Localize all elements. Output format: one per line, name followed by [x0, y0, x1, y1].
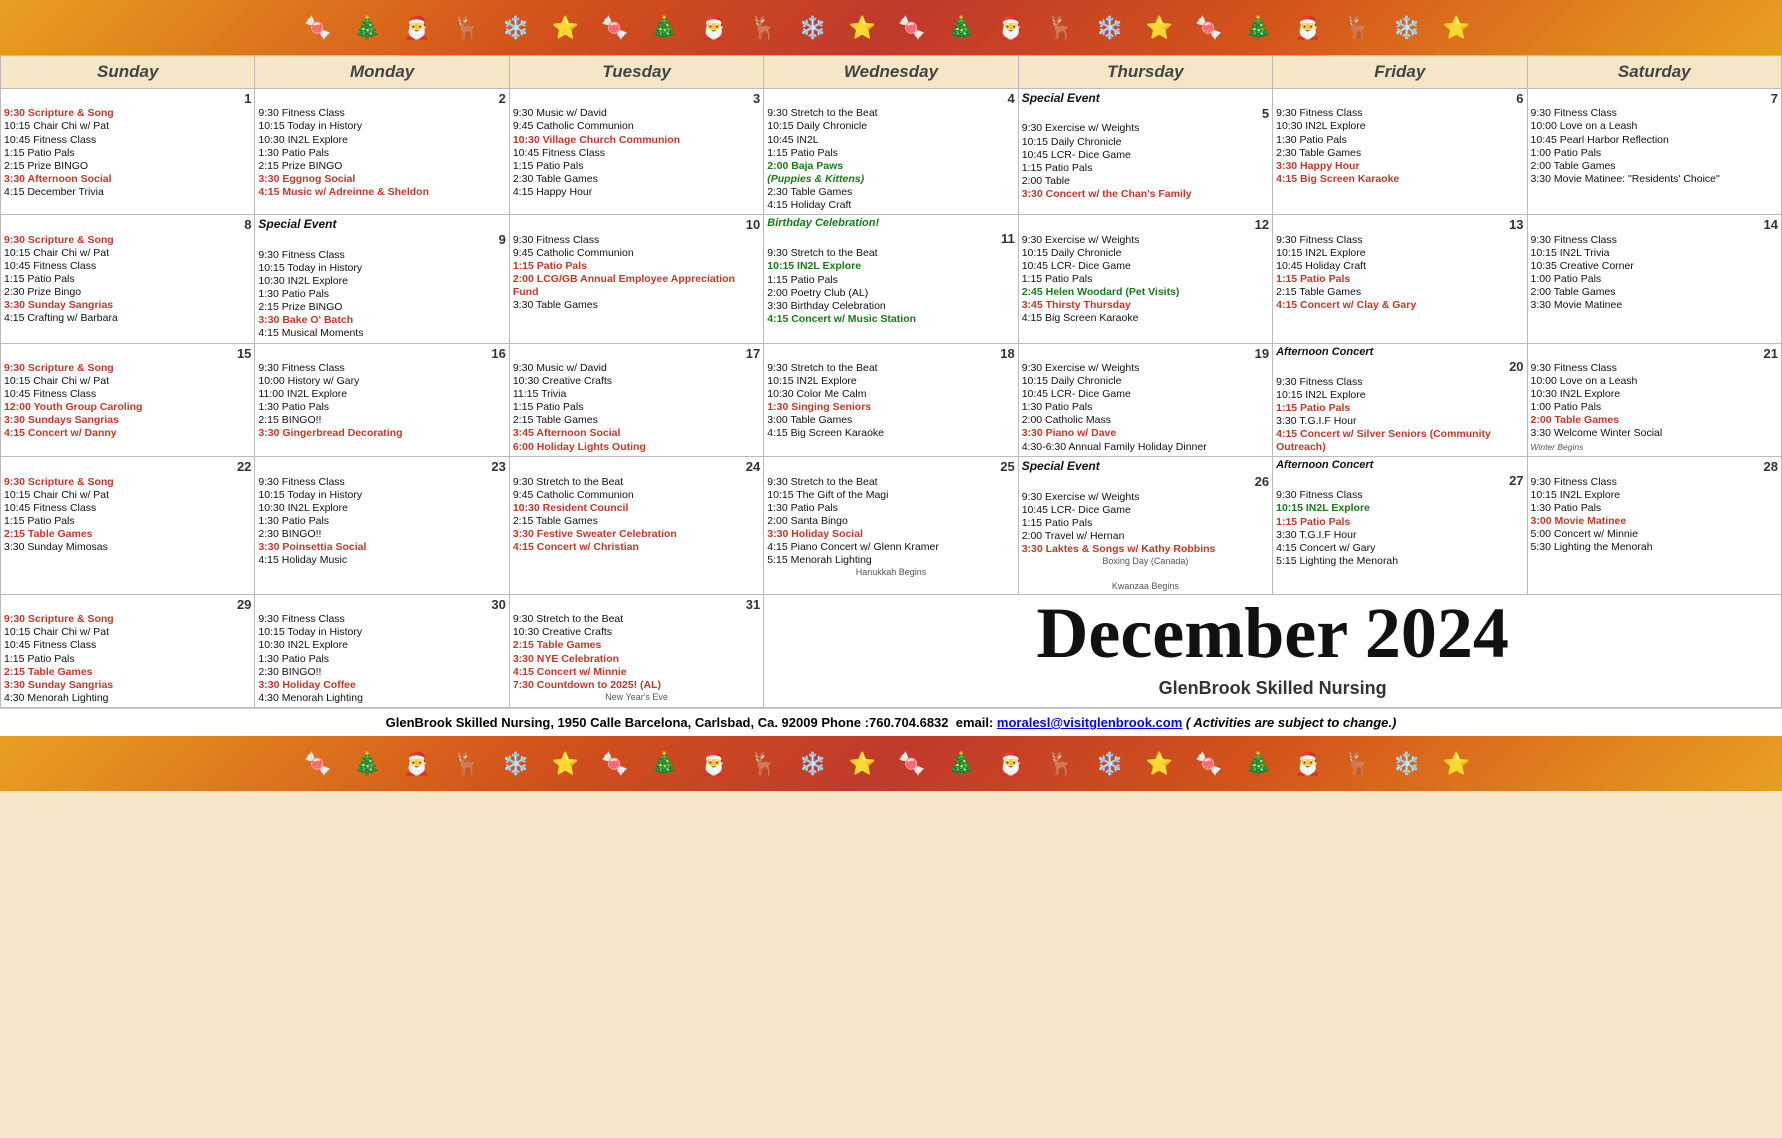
day-20: Afternoon Concert 20 9:30 Fitness Class …	[1273, 343, 1527, 457]
day-29: 29 9:30 Scripture & Song 10:15 Chair Chi…	[1, 594, 255, 707]
day-12: 12 9:30 Exercise w/ Weights 10:15 Daily …	[1018, 215, 1272, 343]
week-row-4: 22 9:30 Scripture & Song 10:15 Chair Chi…	[1, 457, 1782, 595]
day-3: 3 9:30 Music w/ David 9:45 Catholic Comm…	[509, 89, 763, 215]
day-21: 21 9:30 Fitness Class 10:00 Love on a Le…	[1527, 343, 1781, 457]
day-7: 7 9:30 Fitness Class 10:00 Love on a Lea…	[1527, 89, 1781, 215]
col-tuesday: Tuesday	[509, 56, 763, 89]
day-13: 13 9:30 Fitness Class 10:15 IN2L Explore…	[1273, 215, 1527, 343]
week-row-2: 8 9:30 Scripture & Song 10:15 Chair Chi …	[1, 215, 1782, 343]
day-5: Special Event 5 9:30 Exercise w/ Weights…	[1018, 89, 1272, 215]
col-monday: Monday	[255, 56, 509, 89]
month-title: December 2024	[767, 597, 1778, 669]
day-10: 10 9:30 Fitness Class 9:45 Catholic Comm…	[509, 215, 763, 343]
col-wednesday: Wednesday	[764, 56, 1018, 89]
day-1: 1 9:30 Scripture & Song 10:15 Chair Chi …	[1, 89, 255, 215]
day-15: 15 9:30 Scripture & Song 10:15 Chair Chi…	[1, 343, 255, 457]
footer-text: GlenBrook Skilled Nursing, 1950 Calle Ba…	[386, 715, 1397, 730]
day-4: 4 9:30 Stretch to the Beat 10:15 Daily C…	[764, 89, 1018, 215]
week-row-3: 15 9:30 Scripture & Song 10:15 Chair Chi…	[1, 343, 1782, 457]
day-24: 24 9:30 Stretch to the Beat 9:45 Catholi…	[509, 457, 763, 595]
week-row-5: 29 9:30 Scripture & Song 10:15 Chair Chi…	[1, 594, 1782, 707]
day-27: Afternoon Concert 27 9:30 Fitness Class …	[1273, 457, 1527, 595]
day-14: 14 9:30 Fitness Class 10:15 IN2L Trivia …	[1527, 215, 1781, 343]
day-22: 22 9:30 Scripture & Song 10:15 Chair Chi…	[1, 457, 255, 595]
calendar-wrapper: Sunday Monday Tuesday Wednesday Thursday…	[0, 0, 1782, 791]
day-19: 19 9:30 Exercise w/ Weights 10:15 Daily …	[1018, 343, 1272, 457]
calendar-table: Sunday Monday Tuesday Wednesday Thursday…	[0, 55, 1782, 708]
col-saturday: Saturday	[1527, 56, 1781, 89]
day-6: 6 9:30 Fitness Class 10:30 IN2L Explore …	[1273, 89, 1527, 215]
day-28: 28 9:30 Fitness Class 10:15 IN2L Explore…	[1527, 457, 1781, 595]
facility-name: GlenBrook Skilled Nursing	[767, 677, 1778, 700]
col-friday: Friday	[1273, 56, 1527, 89]
footer-bar: GlenBrook Skilled Nursing, 1950 Calle Ba…	[0, 708, 1782, 736]
day-25: 25 9:30 Stretch to the Beat 10:15 The Gi…	[764, 457, 1018, 595]
day-17: 17 9:30 Music w/ David 10:30 Creative Cr…	[509, 343, 763, 457]
day-9: Special Event 9 9:30 Fitness Class 10:15…	[255, 215, 509, 343]
top-banner	[0, 0, 1782, 55]
day-31: 31 9:30 Stretch to the Beat 10:30 Creati…	[509, 594, 763, 707]
day-26: Special Event 26 9:30 Exercise w/ Weight…	[1018, 457, 1272, 595]
bottom-banner	[0, 736, 1782, 791]
day-23: 23 9:30 Fitness Class 10:15 Today in His…	[255, 457, 509, 595]
col-sunday: Sunday	[1, 56, 255, 89]
footer-email[interactable]: moralesl@visitglenbrook.com	[997, 715, 1182, 730]
week-row-1: 1 9:30 Scripture & Song 10:15 Chair Chi …	[1, 89, 1782, 215]
day-16: 16 9:30 Fitness Class 10:00 History w/ G…	[255, 343, 509, 457]
day-8: 8 9:30 Scripture & Song 10:15 Chair Chi …	[1, 215, 255, 343]
day-2: 2 9:30 Fitness Class 10:15 Today in Hist…	[255, 89, 509, 215]
day-30: 30 9:30 Fitness Class 10:15 Today in His…	[255, 594, 509, 707]
december-2024-cell: December 2024 GlenBrook Skilled Nursing	[764, 594, 1782, 707]
day-18: 18 9:30 Stretch to the Beat 10:15 IN2L E…	[764, 343, 1018, 457]
col-thursday: Thursday	[1018, 56, 1272, 89]
day-11: Birthday Celebration! 11 9:30 Stretch to…	[764, 215, 1018, 343]
